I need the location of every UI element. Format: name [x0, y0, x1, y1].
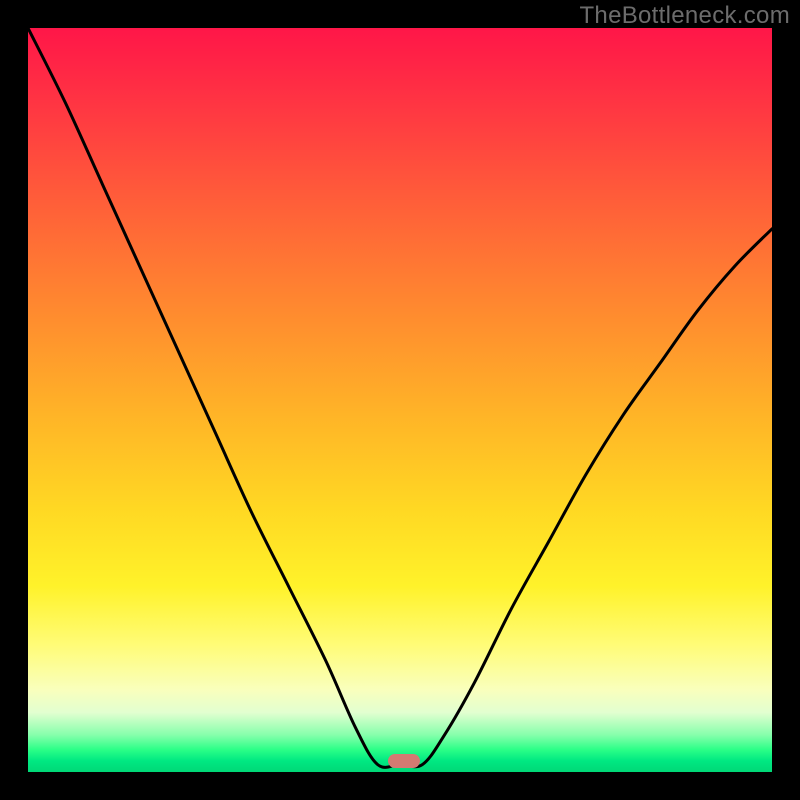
chart-frame: TheBottleneck.com — [0, 0, 800, 800]
optimal-marker — [388, 754, 420, 768]
plot-area — [28, 28, 772, 772]
watermark-text: TheBottleneck.com — [579, 2, 790, 30]
bottleneck-curve — [28, 28, 772, 772]
